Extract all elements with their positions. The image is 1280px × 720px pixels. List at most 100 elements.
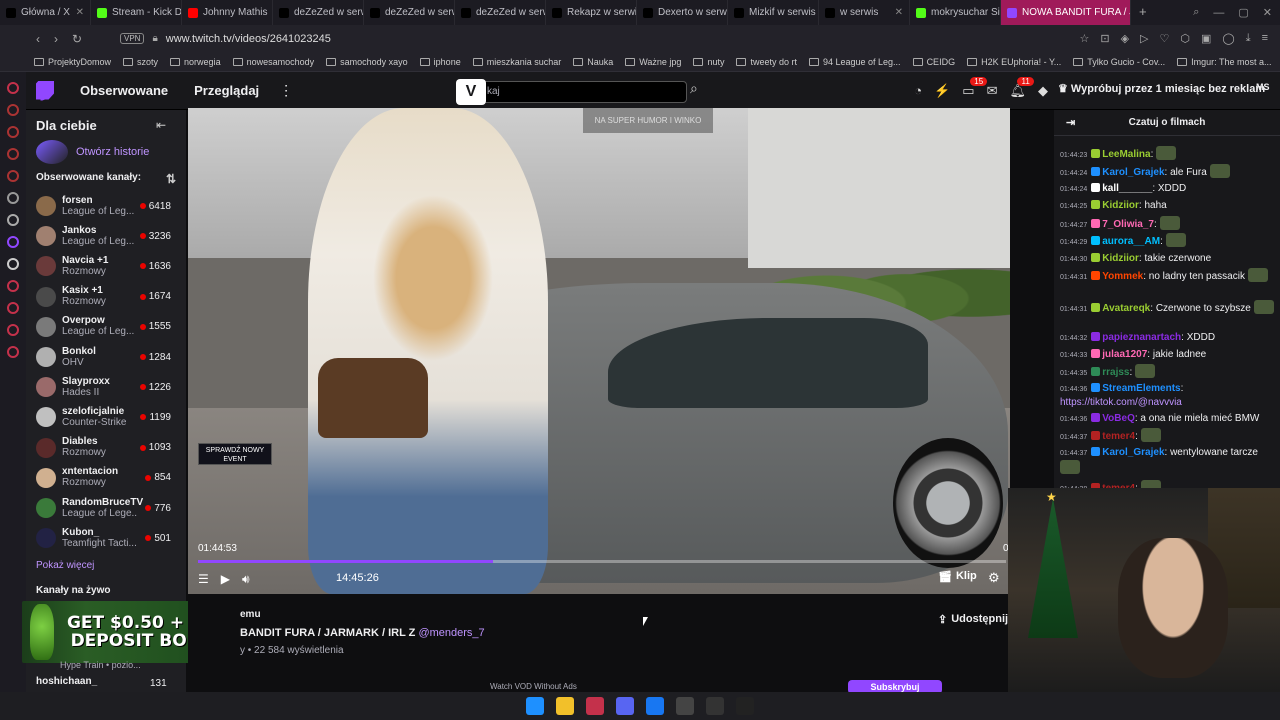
browser-tab[interactable]: Johnny Mathis✕ <box>182 0 273 25</box>
chat-username[interactable]: Karol_Grajek <box>1102 167 1164 178</box>
show-more-link[interactable]: Pokaż więcej <box>36 560 94 571</box>
seek-bar[interactable] <box>198 560 1006 563</box>
opera-icon[interactable] <box>7 82 19 94</box>
chrome-icon[interactable] <box>676 697 694 715</box>
url-field[interactable]: www.twitch.tv/videos/2641023245 <box>166 33 331 45</box>
chat-username[interactable]: Kidziior <box>1102 200 1139 211</box>
menu-icon[interactable]: ≡ <box>1262 32 1268 45</box>
download-icon[interactable]: ⤓ <box>1246 32 1251 45</box>
bookmark-icon[interactable]: ☆ <box>1079 32 1089 45</box>
live-channel-name[interactable]: hoshichaan_ <box>36 676 97 687</box>
sidebar-channel-szeloficjalnie[interactable]: szeloficjalnie Counter-Strike 1199 <box>36 403 171 431</box>
collapse-chat-icon[interactable]: ⇥ <box>1066 110 1075 136</box>
bookmark-item[interactable]: norwegia <box>170 57 221 67</box>
browser-tab[interactable]: deZeZed w serw✕ <box>273 0 364 25</box>
sidebar-channel-xntentacion[interactable]: xntentacion Rozmowy 854 <box>36 464 171 492</box>
close-window-icon[interactable]: ✕ <box>1263 6 1272 19</box>
sidebar-channel-kasix-1[interactable]: Kasix +1 Rozmowy 1674 <box>36 283 171 311</box>
gear-icon[interactable] <box>7 346 19 358</box>
sort-icon[interactable]: ⇅ <box>166 172 176 186</box>
browser-tab[interactable]: mokrysuchar Si✕ <box>910 0 1001 25</box>
chat-username[interactable]: LeeMalina <box>1102 149 1150 160</box>
bookmark-item[interactable]: nowesamochody <box>232 57 314 67</box>
drops-icon[interactable]: ▭ 15 <box>962 76 988 99</box>
history-icon[interactable] <box>7 280 19 292</box>
browser-tab[interactable]: deZeZed w serw✕ <box>455 0 546 25</box>
turbo-icon[interactable]: ⚡ <box>934 83 950 99</box>
chat-username[interactable]: 7_Oliwia_7 <box>1102 219 1154 230</box>
extension-overlay-icon[interactable]: V <box>456 79 486 105</box>
chat-username[interactable]: aurora__AM <box>1102 236 1160 247</box>
windows-icon[interactable] <box>526 697 544 715</box>
extensions-icon[interactable]: ⬡ <box>1180 32 1190 45</box>
instagram-icon[interactable] <box>7 170 19 182</box>
back-icon[interactable]: ‹ <box>36 32 40 46</box>
close-tab-icon[interactable]: ✕ <box>895 7 903 18</box>
reload-icon[interactable]: ↻ <box>72 32 82 46</box>
twitch-icon[interactable] <box>7 236 19 248</box>
bookmark-item[interactable]: Imgur: The most a... <box>1177 57 1272 67</box>
bookmark-item[interactable]: nuty <box>693 57 724 67</box>
forward-icon[interactable]: › <box>54 32 58 46</box>
video-category[interactable]: emu <box>240 609 261 620</box>
chat-username[interactable]: Yommek <box>1102 271 1143 282</box>
sidebar-channel-navcia-1[interactable]: Navcia +1 Rozmowy 1636 <box>36 252 171 280</box>
new-tab-icon[interactable]: + <box>1131 0 1155 25</box>
bits-icon[interactable]: ◆ <box>1038 83 1048 99</box>
video-player[interactable]: NA SUPER HUMOR I WINKO SPRAWDŹ NOWY EVEN… <box>188 108 1010 594</box>
message-link[interactable]: https://tiktok.com/@navvvia <box>1060 397 1182 408</box>
browser-tab[interactable]: deZeZed w serw✕ <box>364 0 455 25</box>
notifications-icon[interactable]: 🔔︎ 11 <box>1009 76 1034 99</box>
heart-icon[interactable]: ♡ <box>1160 32 1170 45</box>
chat-username[interactable]: VoBeQ <box>1102 413 1135 424</box>
sidebar-channel-slayproxx[interactable]: Slayproxx Hades II 1226 <box>36 373 171 401</box>
browser-tab[interactable]: Dexerto w serw✕ <box>637 0 728 25</box>
open-history-link[interactable]: Otwórz historie <box>36 140 149 164</box>
terminal-icon[interactable] <box>736 697 754 715</box>
search-tabs-icon[interactable]: ⌕ <box>1193 6 1199 19</box>
gear-icon[interactable]: ⚙ <box>988 570 1000 586</box>
browser-tab[interactable]: Główna / X ✕ <box>0 0 91 25</box>
bookmark-item[interactable]: Tylko Gucio - Cov... <box>1073 57 1165 67</box>
browser-tab[interactable]: Mizkif w serwis✕ <box>728 0 819 25</box>
collapse-sidebar-icon[interactable]: ⇤ <box>156 118 166 132</box>
speed-dial-icon[interactable] <box>7 104 19 116</box>
ad-free-promo-button[interactable]: ♛ Wypróbuj przez 1 miesiąc bez reklam <box>1058 82 1265 95</box>
sidebar-channel-diables[interactable]: Diables Rozmowy 1093 <box>36 434 171 462</box>
explorer-icon[interactable] <box>556 697 574 715</box>
browser-tab[interactable]: NOWA BANDIT FURA / JA✕ <box>1001 0 1131 25</box>
nav-followed[interactable]: Obserwowane <box>80 83 168 98</box>
wallet-icon[interactable]: ▣ <box>1201 32 1211 45</box>
close-tab-icon[interactable]: ✕ <box>76 7 84 18</box>
bookmark-item[interactable]: Nauka <box>573 57 613 67</box>
more-icon[interactable]: ⋮ <box>279 82 293 99</box>
extensions-icon[interactable] <box>7 324 19 336</box>
sidebar-channel-jankos[interactable]: Jankos League of Leg... 3236 <box>36 222 171 250</box>
chat-username[interactable]: papieznanartach <box>1102 332 1181 343</box>
browser-tab[interactable]: Rekapz w serwi✕ <box>546 0 637 25</box>
play-icon[interactable]: ▷ <box>1140 32 1148 45</box>
bookmark-item[interactable]: szoty <box>123 57 158 67</box>
stats-icon[interactable]: ◔ <box>914 83 922 98</box>
bookmark-item[interactable]: CEIDG <box>912 57 955 67</box>
search-icon[interactable]: ⌕ <box>690 80 710 102</box>
whatsapp-icon[interactable] <box>7 148 19 160</box>
browser-tab[interactable]: Stream - Kick D✕ <box>91 0 182 25</box>
chat-username[interactable]: rrajss <box>1102 367 1129 378</box>
bookmark-item[interactable]: Ważne jpg <box>625 57 681 67</box>
mention-link[interactable]: @menders_7 <box>418 627 484 639</box>
sidebar-channel-forsen[interactable]: forsen League of Leg... 6418 <box>36 192 171 220</box>
bookmark-item[interactable]: mieszkania suchar <box>472 57 561 67</box>
sidebar-channel-kubon[interactable]: Kubon_ Teamfight Tacti... 501 <box>36 524 171 552</box>
vpn-badge[interactable]: VPN <box>120 33 145 44</box>
sidebar-channel-randombrucetv[interactable]: RandomBruceTV League of Lege... 776 <box>36 494 171 522</box>
telegram-icon[interactable] <box>7 192 19 204</box>
bookmark-item[interactable]: ProjektyDomow <box>34 57 111 67</box>
user-avatar[interactable]: MS <box>1256 82 1274 100</box>
twitch-logo-icon[interactable] <box>36 80 54 101</box>
bookmark-item[interactable]: H2K EUphoria! - Y... <box>967 57 1061 67</box>
minimize-icon[interactable]: — <box>1213 7 1224 19</box>
sidebar-channel-bonkol[interactable]: Bonkol OHV 1284 <box>36 343 171 371</box>
settings-icon[interactable] <box>7 214 19 226</box>
bookmark-item[interactable]: iphone <box>419 57 461 67</box>
